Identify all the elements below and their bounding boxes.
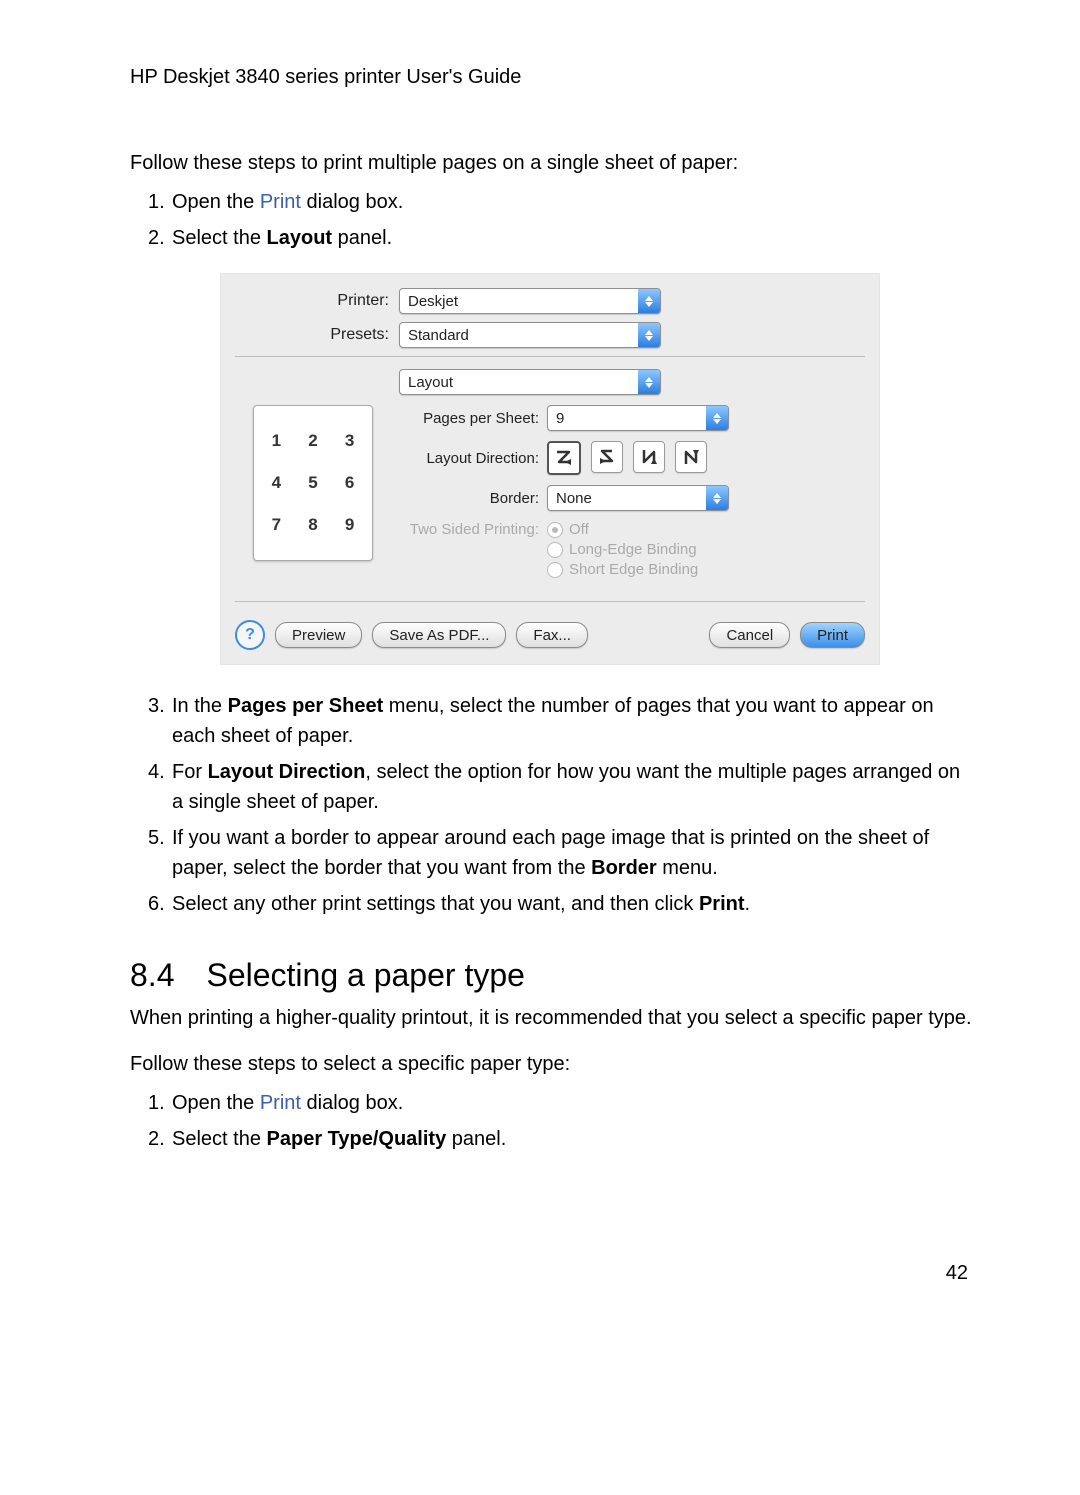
pages-per-sheet-select[interactable]: 9 xyxy=(547,405,729,431)
radio-icon xyxy=(547,542,563,558)
divider xyxy=(235,356,865,357)
page-header: HP Deskjet 3840 series printer User's Gu… xyxy=(130,66,972,89)
layout-direction-label: Layout Direction: xyxy=(395,450,547,467)
layout-direction-2[interactable] xyxy=(591,441,623,473)
two-sided-short: Short Edge Binding xyxy=(547,561,698,578)
layout-preview: 1 2 3 4 5 6 7 8 9 xyxy=(253,405,373,561)
layout-direction-1[interactable] xyxy=(547,441,581,475)
preview-button[interactable]: Preview xyxy=(275,622,362,648)
section-intro-2: Follow these steps to select a specific … xyxy=(130,1050,972,1078)
two-sided-long: Long-Edge Binding xyxy=(547,541,698,558)
dropdown-arrows-icon xyxy=(638,323,660,347)
section-heading: 8.4 Selecting a paper type xyxy=(130,957,972,994)
b-step-2: 2. Select the Paper Type/Quality panel. xyxy=(130,1124,972,1154)
radio-icon xyxy=(547,562,563,578)
border-select[interactable]: None xyxy=(547,485,729,511)
two-sided-label: Two Sided Printing: xyxy=(395,521,547,538)
panel-select[interactable]: Layout xyxy=(399,369,661,395)
radio-icon xyxy=(547,522,563,538)
printer-label: Printer: xyxy=(235,292,399,310)
print-link-2[interactable]: Print xyxy=(260,1092,301,1114)
step-2: 2. Select the Layout panel. xyxy=(130,223,972,253)
print-dialog: Printer: Deskjet Presets: Standard xyxy=(220,273,880,665)
page-number: 42 xyxy=(946,1262,968,1285)
two-sided-off: Off xyxy=(547,521,698,538)
section-intro-1: When printing a higher-quality printout,… xyxy=(130,1004,972,1032)
presets-label: Presets: xyxy=(235,326,399,344)
dropdown-arrows-icon xyxy=(706,406,728,430)
step-3: 3. In the Pages per Sheet menu, select t… xyxy=(130,691,972,751)
save-as-pdf-button[interactable]: Save As PDF... xyxy=(372,622,506,648)
direction-n2-icon xyxy=(682,448,700,466)
dropdown-arrows-icon xyxy=(638,289,660,313)
direction-z-icon xyxy=(555,449,573,467)
print-button[interactable]: Print xyxy=(800,622,865,648)
print-link[interactable]: Print xyxy=(260,191,301,213)
cancel-button[interactable]: Cancel xyxy=(709,622,790,648)
fax-button[interactable]: Fax... xyxy=(516,622,588,648)
presets-select[interactable]: Standard xyxy=(399,322,661,348)
intro-paragraph: Follow these steps to print multiple pag… xyxy=(130,149,972,177)
border-label: Border: xyxy=(395,490,547,507)
direction-s-icon xyxy=(598,448,616,466)
step-6: 6. Select any other print settings that … xyxy=(130,889,972,919)
dropdown-arrows-icon xyxy=(638,370,660,394)
step-5: 5. If you want a border to appear around… xyxy=(130,823,972,883)
pages-per-sheet-label: Pages per Sheet: xyxy=(395,410,547,427)
dropdown-arrows-icon xyxy=(706,486,728,510)
layout-direction-4[interactable] xyxy=(675,441,707,473)
direction-n-icon xyxy=(640,448,658,466)
step-4: 4. For Layout Direction, select the opti… xyxy=(130,757,972,817)
b-step-1: 1. Open the Print dialog box. xyxy=(130,1088,972,1118)
layout-direction-3[interactable] xyxy=(633,441,665,473)
step-1: 1. Open the Print dialog box. xyxy=(130,187,972,217)
printer-select[interactable]: Deskjet xyxy=(399,288,661,314)
divider xyxy=(235,601,865,602)
help-button[interactable]: ? xyxy=(235,620,265,650)
